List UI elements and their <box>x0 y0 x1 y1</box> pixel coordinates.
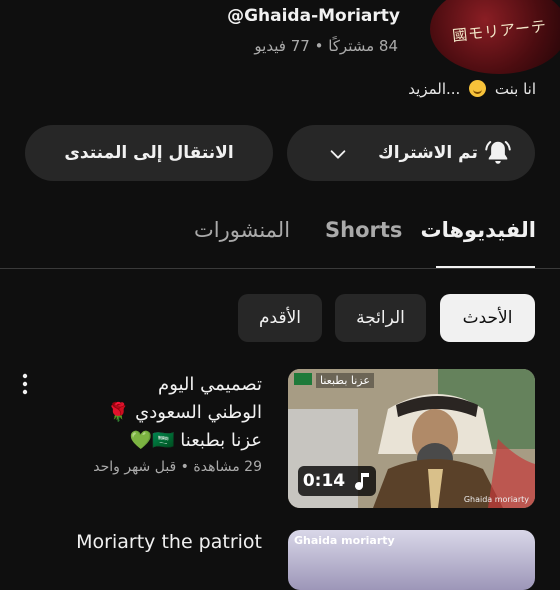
tab-videos[interactable]: الفيديوهات <box>421 218 537 242</box>
video-duration: 0:14 <box>298 466 376 496</box>
tab-shorts[interactable]: Shorts <box>325 218 402 242</box>
tab-divider <box>0 268 560 269</box>
meta-separator: • <box>314 37 324 55</box>
video-title[interactable]: تصميمي اليوم الوطني السعودي 🌹 عزنا بطبعن… <box>52 371 262 455</box>
video-title-line: عزنا بطبعنا 🇸🇦💚 <box>129 430 262 451</box>
community-label: الانتقال إلى المنتدى <box>64 143 234 163</box>
community-button[interactable]: الانتقال إلى المنتدى <box>25 125 273 181</box>
video-title-line: تصميمي اليوم <box>158 374 262 395</box>
subscribed-button[interactable]: تم الاشتراك <box>287 125 535 181</box>
channel-handle: @Ghaida-Moriarty <box>227 6 400 26</box>
thumbnail-caption: Ghaida moriarty <box>294 534 395 547</box>
channel-meta: 84 مشتركًا • 77 فيديو <box>254 37 398 55</box>
video-count: 77 فيديو <box>254 37 310 55</box>
saudi-flag-icon <box>294 373 312 385</box>
chip-oldest[interactable]: الأقدم <box>238 294 322 342</box>
chevron-down-icon <box>330 150 346 159</box>
video-title[interactable]: Moriarty the patriot <box>76 531 262 553</box>
channel-avatar[interactable]: 國モリアーテ <box>430 0 560 74</box>
thumbnail-caption: عزنا بطبعنا <box>316 373 374 388</box>
thumbnail-watermark: Ghaida moriarty <box>463 495 529 504</box>
video-stats: 29 مشاهدة • قبل شهر واحد <box>93 459 262 475</box>
description-more[interactable]: ...المزيد <box>408 80 460 98</box>
subscriber-count: 84 مشتركًا <box>328 37 398 55</box>
description-text: انا بنت <box>494 80 536 98</box>
bell-icon <box>485 141 511 164</box>
tab-posts[interactable]: المنشورات <box>194 218 290 242</box>
duration-text: 0:14 <box>302 471 346 491</box>
video-title-line: الوطني السعودي 🌹 <box>106 402 262 423</box>
smiling-face-icon <box>469 80 487 97</box>
music-note-icon <box>355 473 370 490</box>
video-thumbnail[interactable]: Ghaida moriarty <box>288 530 535 590</box>
avatar-text: 國モリアーテ <box>451 17 548 45</box>
channel-description[interactable]: انا بنت ...المزيد <box>408 80 536 98</box>
chip-popular[interactable]: الرائجة <box>335 294 426 342</box>
subscribed-label: تم الاشتراك <box>378 143 478 163</box>
chip-latest[interactable]: الأحدث <box>440 294 535 342</box>
more-options-icon[interactable] <box>16 372 34 396</box>
